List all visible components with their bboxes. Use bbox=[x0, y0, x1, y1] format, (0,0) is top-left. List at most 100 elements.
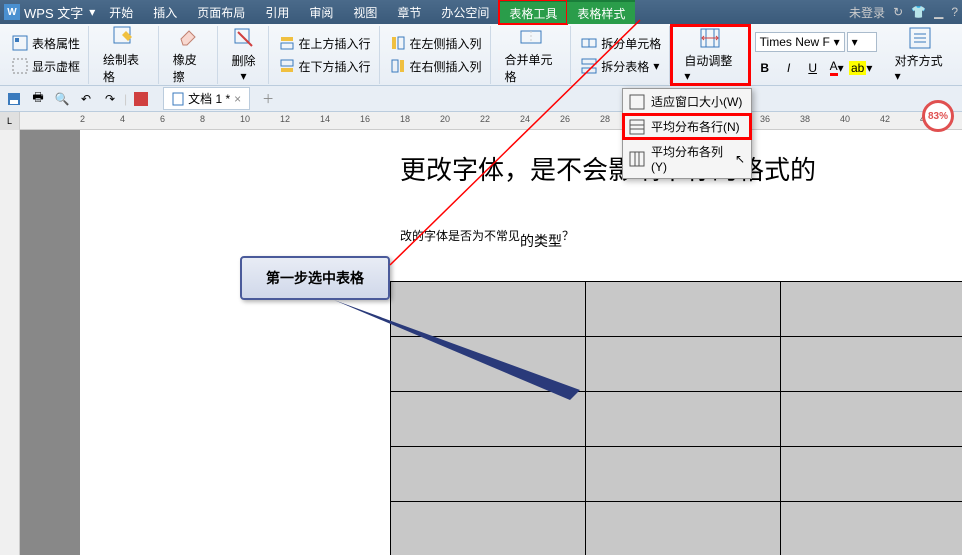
insert-above-icon bbox=[279, 35, 295, 51]
vertical-ruler[interactable] bbox=[0, 130, 20, 555]
close-tab-icon[interactable]: × bbox=[234, 92, 241, 106]
table-cell[interactable] bbox=[391, 392, 586, 447]
tab-start[interactable]: 开始 bbox=[99, 0, 143, 24]
font-color-button[interactable]: A▾ bbox=[827, 58, 847, 78]
tab-layout[interactable]: 页面布局 bbox=[187, 0, 255, 24]
btn-insert-right[interactable]: 在右侧插入列 bbox=[386, 56, 486, 77]
tab-review[interactable]: 审阅 bbox=[299, 0, 343, 24]
btn-split-cell[interactable]: 拆分单元格 bbox=[577, 33, 665, 54]
table-cell[interactable] bbox=[586, 282, 781, 337]
table-cell[interactable] bbox=[586, 502, 781, 555]
app-menu-dropdown-icon[interactable]: ▾ bbox=[89, 5, 95, 19]
menu-fit-window[interactable]: 适应窗口大小(W) bbox=[623, 89, 751, 114]
font-selector[interactable]: Times New F▾ bbox=[755, 32, 845, 52]
group-insert-col: 在左侧插入列 在右侧插入列 bbox=[382, 26, 491, 84]
table-cell[interactable] bbox=[586, 337, 781, 392]
btn-draw-table[interactable]: 绘制表格 bbox=[95, 27, 154, 83]
menu-distribute-cols[interactable]: 平均分布各列(Y)↖ bbox=[623, 139, 751, 178]
btn-insert-left[interactable]: 在左侧插入列 bbox=[386, 33, 486, 54]
table-cell[interactable] bbox=[391, 502, 586, 555]
app-icon: W bbox=[4, 4, 20, 20]
table-cell[interactable] bbox=[586, 392, 781, 447]
wps-home-button[interactable] bbox=[131, 89, 151, 109]
grid-icon bbox=[12, 58, 28, 74]
bold-button[interactable]: B bbox=[755, 58, 775, 78]
table-cell[interactable] bbox=[586, 447, 781, 502]
menu-distribute-rows[interactable]: 平均分布各行(N) bbox=[623, 114, 751, 139]
refresh-icon[interactable]: ↻ bbox=[893, 5, 903, 19]
horizontal-ruler[interactable]: L 24681012141618202224262830323436384042… bbox=[0, 112, 962, 130]
underline-button[interactable]: U bbox=[803, 58, 823, 78]
table-row[interactable] bbox=[391, 392, 962, 447]
btn-merge[interactable]: 合并单元格 bbox=[497, 27, 567, 83]
body-line-2[interactable]: 改的字体是否为不常见的类型？ bbox=[400, 217, 962, 251]
table-cell[interactable] bbox=[391, 447, 586, 502]
btn-show-border[interactable]: 显示虚框 bbox=[8, 56, 84, 77]
tab-table-tools[interactable]: 表格工具 bbox=[499, 0, 567, 24]
redo-button[interactable]: ↷ bbox=[100, 89, 120, 109]
btn-insert-below[interactable]: 在下方插入行 bbox=[275, 56, 375, 77]
table-row[interactable] bbox=[391, 502, 962, 555]
btn-split-table[interactable]: 拆分表格 ▾ bbox=[577, 56, 665, 77]
help-icon[interactable]: ? bbox=[951, 5, 958, 19]
workspace: 更改字体，是不会影响下标的格式的 改的字体是否为不常见的类型？ bbox=[0, 130, 962, 555]
table-cell[interactable] bbox=[781, 502, 962, 555]
tab-view[interactable]: 视图 bbox=[343, 0, 387, 24]
btn-eraser[interactable]: 橡皮擦 bbox=[165, 27, 213, 83]
italic-button[interactable]: I bbox=[779, 58, 799, 78]
highlight-button[interactable]: ab▾ bbox=[851, 58, 871, 78]
preview-button[interactable]: 🔍 bbox=[52, 89, 72, 109]
align-icon bbox=[908, 26, 932, 50]
min-icon[interactable]: ▁ bbox=[934, 5, 943, 19]
table-row[interactable] bbox=[391, 337, 962, 392]
label: 橡皮擦 bbox=[173, 51, 205, 85]
table-cell[interactable] bbox=[781, 337, 962, 392]
new-tab-button[interactable]: ＋ bbox=[258, 89, 278, 109]
table-cell[interactable] bbox=[781, 282, 962, 337]
tab-office[interactable]: 办公空间 bbox=[431, 0, 499, 24]
group-delete: 删除▾ bbox=[220, 26, 269, 84]
table-cell[interactable] bbox=[781, 447, 962, 502]
text: ？ bbox=[562, 229, 574, 243]
font-size-selector[interactable]: ▾ bbox=[847, 32, 877, 52]
ruler-ticks: 2468101214161820222426283032343638404244 bbox=[30, 112, 962, 130]
label: 删除 bbox=[232, 52, 256, 69]
save-button[interactable] bbox=[4, 89, 24, 109]
quick-access-bar: 🖶 🔍 ↶ ↷ | 文档 1 * × ＋ bbox=[0, 86, 962, 112]
title-bar: W WPS 文字 ▾ 开始 插入 页面布局 引用 审阅 视图 章节 办公空间 表… bbox=[0, 0, 962, 24]
group-eraser: 橡皮擦 bbox=[161, 26, 218, 84]
table-cell[interactable] bbox=[391, 337, 586, 392]
ruler-corner: L bbox=[0, 112, 20, 130]
label: 合并单元格 bbox=[505, 51, 559, 85]
menu-tabs: 开始 插入 页面布局 引用 审阅 视图 章节 办公空间 表格工具 表格样式 bbox=[99, 0, 635, 24]
inserted-table[interactable] bbox=[390, 281, 962, 555]
doc-icon bbox=[172, 92, 184, 106]
eraser-icon bbox=[177, 25, 201, 49]
document-area[interactable]: 更改字体，是不会影响下标的格式的 改的字体是否为不常见的类型？ bbox=[20, 130, 962, 555]
table-cell[interactable] bbox=[781, 392, 962, 447]
skin-icon[interactable]: 👕 bbox=[911, 5, 926, 19]
tab-table-style[interactable]: 表格样式 bbox=[567, 0, 635, 24]
label: 适应窗口大小(W) bbox=[651, 93, 742, 110]
btn-align[interactable]: 对齐方式 ▾ bbox=[887, 27, 954, 83]
tab-reference[interactable]: 引用 bbox=[255, 0, 299, 24]
document-tab[interactable]: 文档 1 * × bbox=[163, 87, 250, 110]
btn-table-properties[interactable]: 表格属性 bbox=[8, 33, 84, 54]
label: 拆分表格 bbox=[601, 58, 649, 75]
table-row[interactable] bbox=[391, 282, 962, 337]
undo-button[interactable]: ↶ bbox=[76, 89, 96, 109]
cursor-icon: ↖ bbox=[735, 152, 745, 166]
tab-chapter[interactable]: 章节 bbox=[387, 0, 431, 24]
table-row[interactable] bbox=[391, 447, 962, 502]
print-button[interactable]: 🖶 bbox=[28, 89, 48, 109]
group-split: 拆分单元格 拆分表格 ▾ bbox=[573, 26, 670, 84]
btn-auto-adjust[interactable]: 自动调整 ▾ bbox=[676, 27, 743, 83]
table-props-icon bbox=[12, 35, 28, 51]
title-right: 未登录 ↻ 👕 ▁ ? bbox=[849, 4, 958, 21]
tab-insert[interactable]: 插入 bbox=[143, 0, 187, 24]
btn-insert-above[interactable]: 在上方插入行 bbox=[275, 33, 375, 54]
btn-delete[interactable]: 删除▾ bbox=[224, 27, 264, 83]
table-cell[interactable] bbox=[391, 282, 586, 337]
login-status[interactable]: 未登录 bbox=[849, 4, 885, 21]
zoom-indicator[interactable]: 83% bbox=[922, 100, 954, 132]
